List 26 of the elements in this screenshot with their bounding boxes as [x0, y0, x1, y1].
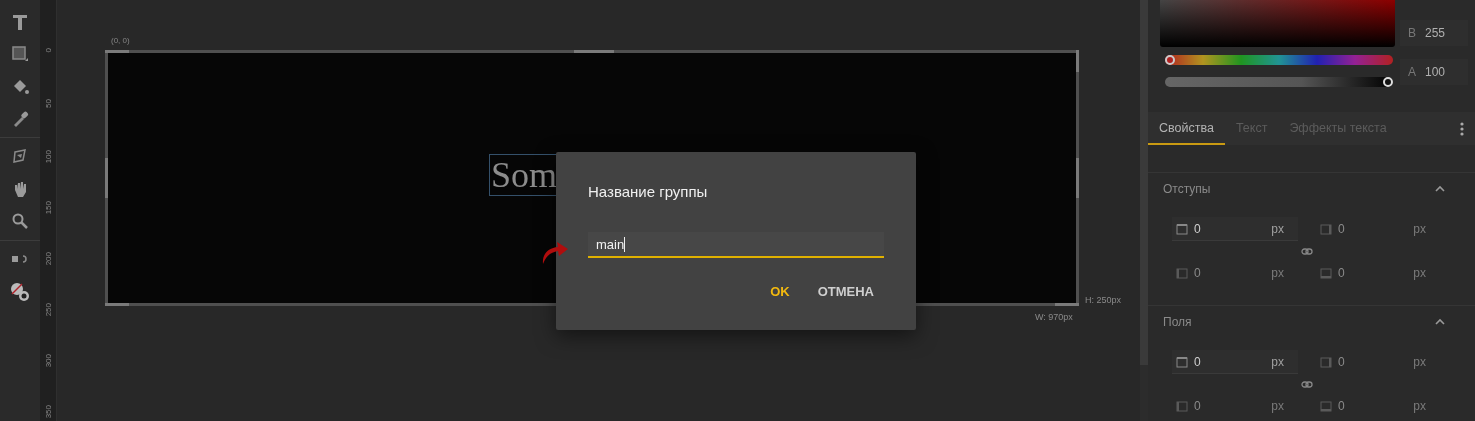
- dialog-title: Название группы: [588, 183, 709, 200]
- ruler-number: 0: [43, 48, 53, 53]
- ruler-number: 50: [43, 99, 53, 108]
- unit-label: px: [1413, 398, 1426, 413]
- section-title: Отступы: [1163, 182, 1211, 196]
- unit-label: px: [1413, 354, 1426, 369]
- height-label: H: 250px: [1085, 295, 1122, 305]
- ruler-number: 300: [43, 354, 53, 368]
- unit-label: px: [1271, 221, 1284, 236]
- channel-value: 255: [1425, 26, 1446, 40]
- origin-label: (0, 0): [110, 36, 131, 47]
- ruler-number: 100: [43, 150, 53, 164]
- channel-label: A: [1408, 65, 1416, 79]
- channel-label: B: [1408, 26, 1416, 40]
- ruler-number: 250: [43, 303, 53, 317]
- unit-label: px: [1271, 354, 1284, 369]
- ruler-number: 200: [43, 252, 53, 266]
- width-label: W: 970px: [1035, 312, 1074, 322]
- unit-label: px: [1413, 221, 1426, 236]
- channel-value: 100: [1425, 65, 1446, 79]
- unit-label: px: [1413, 265, 1426, 280]
- unit-label: px: [1271, 265, 1284, 280]
- ruler-number: 350: [43, 405, 53, 419]
- ruler-number: 150: [43, 201, 53, 215]
- unit-label: px: [1271, 398, 1284, 413]
- section-title: Поля: [1163, 315, 1192, 329]
